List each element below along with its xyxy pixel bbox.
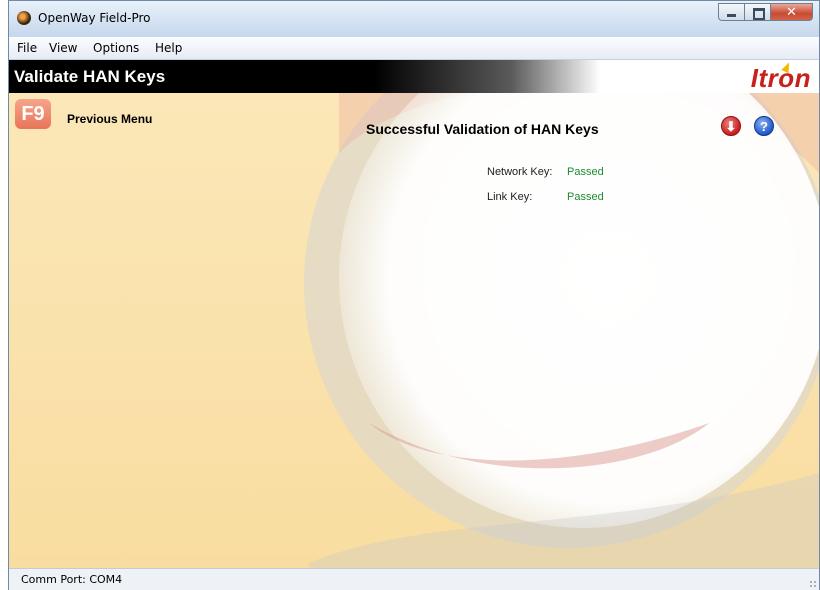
link-key-label: Link Key: — [487, 191, 533, 203]
maximize-icon — [753, 8, 765, 20]
page-header: Validate HAN Keys Itron — [9, 60, 819, 93]
itron-logo: Itron — [750, 63, 811, 93]
status-bar: Comm Port: COM4 — [9, 568, 819, 590]
window-controls: ✕ — [718, 3, 813, 21]
close-button[interactable]: ✕ — [770, 3, 813, 21]
menu-bar: File View Options Help — [9, 37, 819, 60]
arrow-down-icon: ⬇ — [725, 118, 737, 134]
comm-port-status: Comm Port: COM4 — [21, 573, 123, 586]
minimize-button[interactable] — [718, 3, 744, 21]
download-button[interactable]: ⬇ — [721, 116, 741, 136]
minimize-icon — [727, 14, 736, 17]
network-key-label: Network Key: — [487, 166, 553, 178]
background-swirl — [304, 93, 819, 568]
help-icon: ? — [760, 118, 768, 134]
f9-key-icon[interactable]: F9 — [15, 99, 51, 129]
window-title: OpenWay Field-Pro — [38, 11, 151, 25]
f9-label: F9 — [21, 102, 45, 125]
close-icon: ✕ — [786, 5, 797, 20]
help-button[interactable]: ? — [754, 116, 774, 136]
validation-title: Successful Validation of HAN Keys — [366, 121, 599, 137]
link-key-status: Passed — [567, 191, 604, 203]
previous-menu-link[interactable]: Previous Menu — [67, 112, 152, 126]
page-title: Validate HAN Keys — [14, 67, 166, 86]
network-key-status: Passed — [567, 166, 604, 178]
menu-help[interactable]: Help — [155, 41, 182, 55]
main-content: F9 Previous Menu Successful Validation o… — [9, 93, 819, 568]
resize-grip-icon[interactable] — [809, 580, 817, 588]
app-icon — [17, 11, 31, 25]
menu-file[interactable]: File — [17, 41, 37, 55]
menu-view[interactable]: View — [49, 41, 77, 55]
maximize-button[interactable] — [744, 3, 770, 21]
menu-options[interactable]: Options — [93, 41, 139, 55]
title-bar: OpenWay Field-Pro ✕ — [9, 1, 819, 37]
application-window: OpenWay Field-Pro ✕ File View Options He… — [8, 0, 820, 590]
